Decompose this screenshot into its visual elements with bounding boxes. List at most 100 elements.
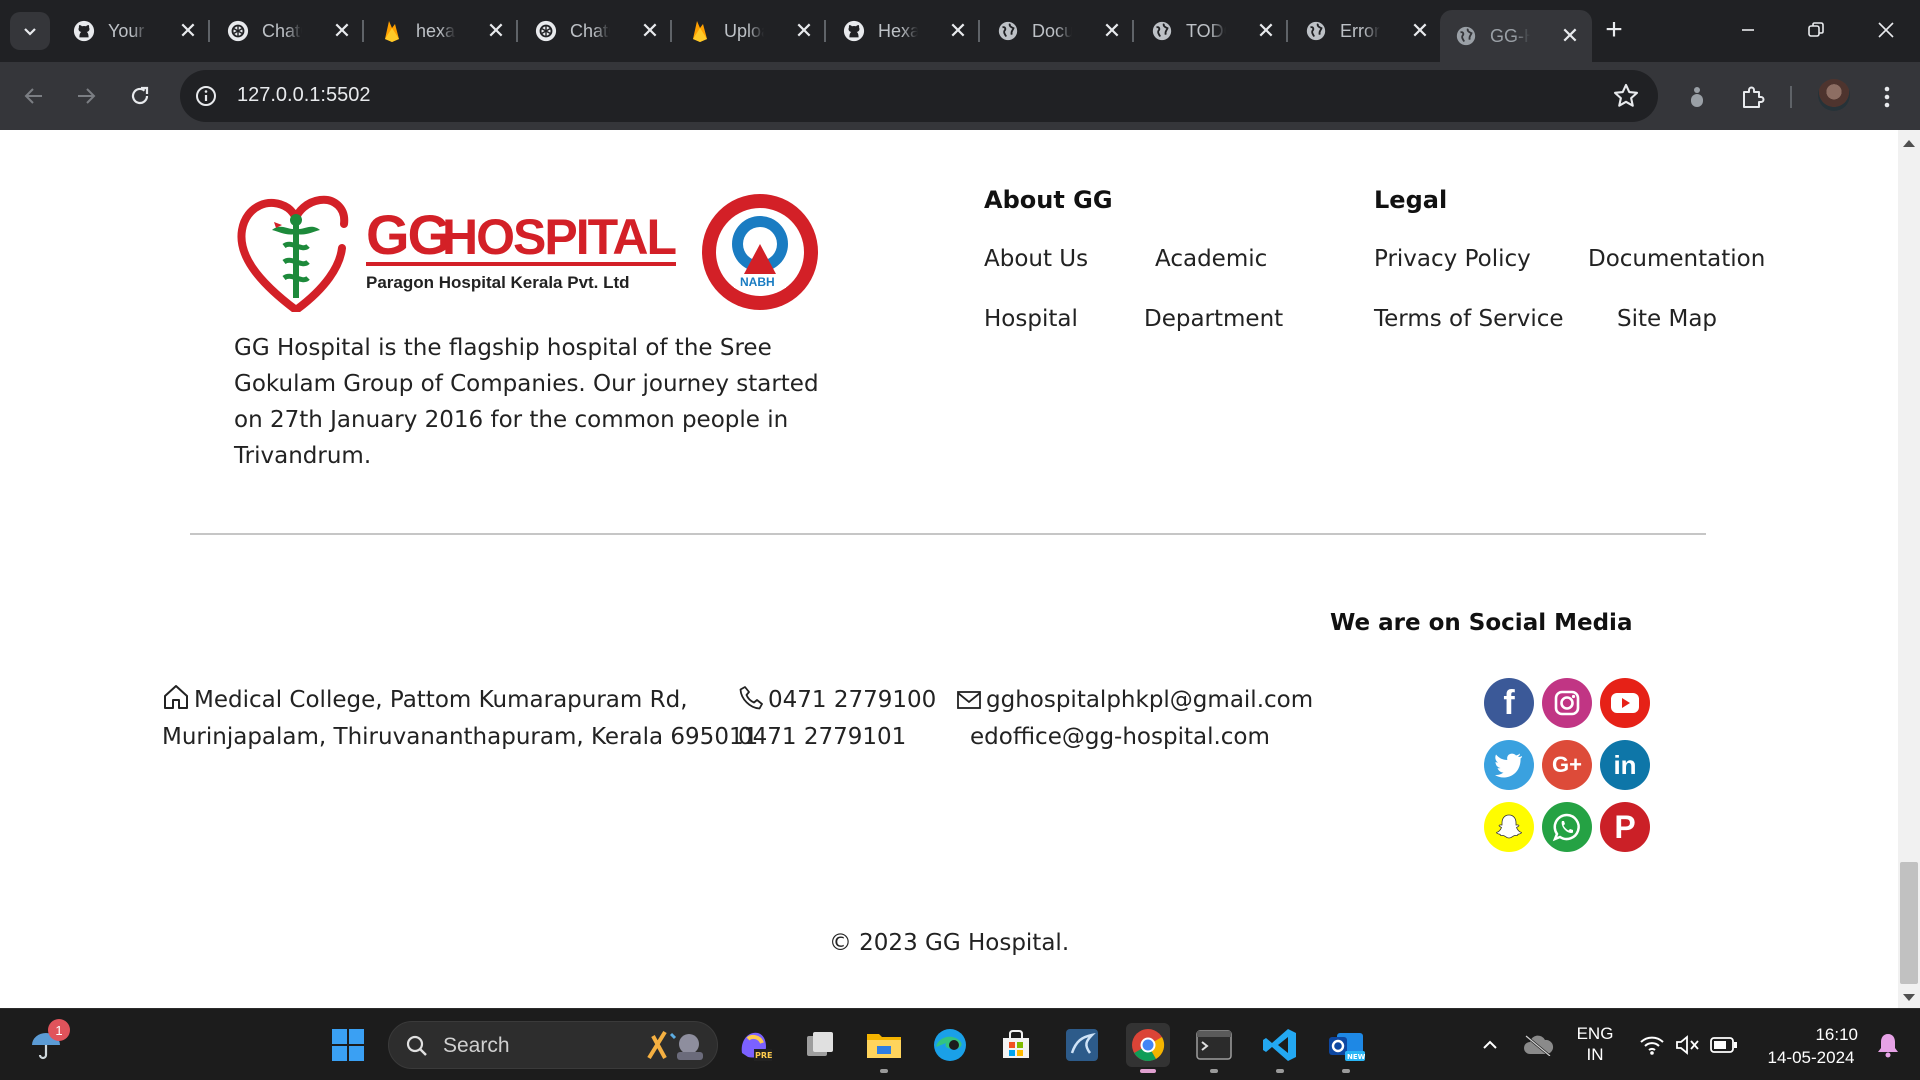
close-icon[interactable]: ✕ <box>330 18 354 43</box>
minimize-button[interactable] <box>1718 12 1778 48</box>
task-view-app[interactable] <box>798 1023 842 1067</box>
menu-button[interactable] <box>1872 82 1902 112</box>
address-bar[interactable]: 127.0.0.1:5502 <box>180 70 1658 122</box>
chrome-app[interactable] <box>1126 1023 1170 1067</box>
department-link[interactable]: Department <box>1144 306 1283 332</box>
arrow-left-icon <box>24 88 42 104</box>
svg-text:NEW: NEW <box>1347 1053 1365 1061</box>
browser-tab[interactable]: ChatG ✕ <box>212 10 364 52</box>
linkedin-icon[interactable]: in <box>1600 740 1650 790</box>
language-indicator[interactable]: ENG IN <box>1574 1023 1616 1065</box>
facebook-icon[interactable]: f <box>1484 678 1534 728</box>
mysql-workbench-icon <box>1066 1029 1098 1061</box>
close-icon[interactable]: ✕ <box>1558 23 1582 48</box>
new-tab-button[interactable]: + <box>1598 13 1630 46</box>
phone-number-2[interactable]: 0471 2779101 <box>738 724 906 750</box>
academic-link[interactable]: Academic <box>1155 246 1267 272</box>
outlook-new-app[interactable]: NEW <box>1324 1023 1368 1067</box>
mysql-workbench-app[interactable] <box>1060 1023 1104 1067</box>
extension-puzzle-icon-small[interactable] <box>1682 82 1712 112</box>
windows-logo-icon <box>332 1029 364 1061</box>
cloud-offline-icon <box>1524 1035 1554 1056</box>
email-block: gghospitalphkpl@gmail.com edoffice@gg-ho… <box>956 682 1313 756</box>
info-icon[interactable] <box>194 84 218 108</box>
tab-search-button[interactable] <box>10 12 50 50</box>
start-button[interactable] <box>326 1023 370 1067</box>
wifi-icon <box>1640 1036 1664 1055</box>
browser-tab[interactable]: ChatG ✕ <box>520 10 672 52</box>
back-button[interactable] <box>16 78 52 114</box>
browser-tab[interactable]: Docur ✕ <box>982 10 1134 52</box>
scroll-down-arrow-icon[interactable] <box>1903 994 1915 1001</box>
close-icon[interactable]: ✕ <box>1254 18 1278 43</box>
tab-strip: Your R ✕ ChatG ✕ hexa- ✕ ChatG ✕ Uploa ✕… <box>0 0 1920 62</box>
page-viewport: GG HOSPITAL Paragon Hospital Kerala Pvt.… <box>0 130 1898 1008</box>
tab-title: Your R <box>108 20 148 41</box>
browser-tab[interactable]: Hexa- ✕ <box>828 10 980 52</box>
hospital-link[interactable]: Hospital <box>984 306 1078 332</box>
notifications-button[interactable] <box>1866 1023 1910 1067</box>
close-icon[interactable]: ✕ <box>792 18 816 43</box>
restore-icon <box>1808 22 1824 37</box>
about-us-link[interactable]: About Us <box>984 246 1088 272</box>
show-hidden-icons-button[interactable] <box>1468 1023 1512 1067</box>
close-icon[interactable]: ✕ <box>484 18 508 43</box>
bookmark-star-icon[interactable] <box>1612 82 1640 110</box>
microsoft-store-app[interactable] <box>994 1023 1038 1067</box>
onedrive-tray[interactable] <box>1516 1023 1560 1067</box>
youtube-icon[interactable] <box>1600 678 1650 728</box>
copyright-text: © 2023 GG Hospital. <box>828 930 1070 956</box>
close-icon[interactable]: ✕ <box>1100 18 1124 43</box>
browser-tab-active[interactable]: GG-H ✕ <box>1440 10 1592 62</box>
close-icon[interactable]: ✕ <box>176 18 200 43</box>
forward-button[interactable] <box>68 78 104 114</box>
taskbar-search[interactable]: Search <box>388 1021 718 1069</box>
edge-icon <box>934 1029 966 1061</box>
tab-title: Uploa <box>724 20 764 41</box>
legal-heading: Legal <box>1374 186 1448 214</box>
whatsapp-icon[interactable] <box>1542 802 1592 852</box>
scrollbar-thumb[interactable] <box>1900 862 1918 984</box>
scroll-up-arrow-icon[interactable] <box>1903 140 1915 147</box>
lab-flask-icon <box>1691 87 1703 107</box>
twitter-icon[interactable] <box>1484 740 1534 790</box>
folder-icon <box>867 1034 901 1058</box>
browser-tab[interactable]: Error ✕ <box>1290 10 1442 52</box>
reload-button[interactable] <box>122 78 158 114</box>
github-icon <box>842 19 866 43</box>
edge-browser-app[interactable] <box>928 1023 972 1067</box>
browser-tab[interactable]: Uploa ✕ <box>674 10 826 52</box>
close-icon[interactable]: ✕ <box>638 18 662 43</box>
pinterest-icon[interactable]: P <box>1600 802 1650 852</box>
close-icon[interactable]: ✕ <box>946 18 970 43</box>
battery-tray[interactable] <box>1702 1023 1746 1067</box>
phone-number-1[interactable]: 0471 2779100 <box>768 687 936 713</box>
email-address-2[interactable]: edoffice@gg-hospital.com <box>970 724 1270 750</box>
instagram-icon[interactable] <box>1542 678 1592 728</box>
close-window-button[interactable] <box>1856 12 1916 48</box>
search-icon <box>406 1035 427 1056</box>
privacy-policy-link[interactable]: Privacy Policy <box>1374 246 1531 272</box>
weather-widget[interactable]: 1 <box>24 1019 70 1067</box>
terminal-app[interactable] <box>1192 1023 1236 1067</box>
browser-tab[interactable]: hexa- ✕ <box>366 10 518 52</box>
notification-badge: 1 <box>48 1019 70 1041</box>
file-explorer-app[interactable] <box>862 1023 906 1067</box>
browser-tab[interactable]: Your R ✕ <box>58 10 210 52</box>
site-map-link[interactable]: Site Map <box>1617 306 1717 332</box>
address-line-2: Murinjapalam, Thiruvananthapuram, Kerala… <box>162 724 759 750</box>
copilot-preview-app[interactable]: PRE <box>732 1023 776 1067</box>
url-text[interactable]: 127.0.0.1:5502 <box>237 84 370 107</box>
terms-of-service-link[interactable]: Terms of Service <box>1374 306 1564 332</box>
documentation-link[interactable]: Documentation <box>1588 246 1765 272</box>
extensions-button[interactable] <box>1738 82 1768 112</box>
browser-tab[interactable]: TODO ✕ <box>1136 10 1288 52</box>
vscode-app[interactable] <box>1258 1023 1302 1067</box>
clock[interactable]: 16:10 14-05-2024 <box>1758 1023 1864 1069</box>
close-icon[interactable]: ✕ <box>1408 18 1432 43</box>
email-address-1[interactable]: gghospitalphkpl@gmail.com <box>986 687 1313 713</box>
snapchat-icon[interactable] <box>1484 802 1534 852</box>
google-plus-icon[interactable]: G+ <box>1542 740 1592 790</box>
profile-avatar[interactable] <box>1818 79 1850 111</box>
restore-button[interactable] <box>1786 12 1846 48</box>
